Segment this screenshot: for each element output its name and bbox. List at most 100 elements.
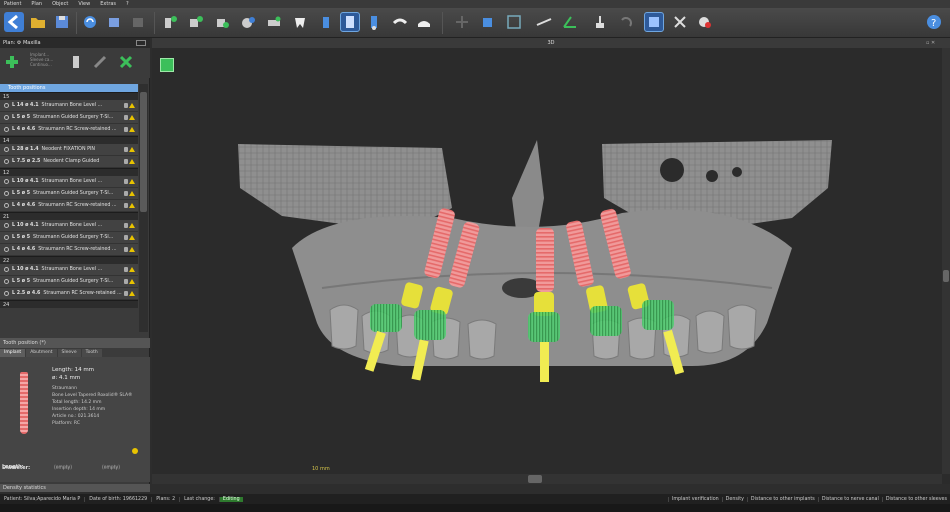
tree-item[interactable]: L 5 ø 5 Straumann Guided Surgery T-Sl... [0,188,138,200]
menu-plan[interactable]: Plan [31,1,42,7]
tree-item[interactable]: L 10 ø 4.1 Straumann Bone Level ... [0,176,138,188]
lock-icon[interactable] [124,267,128,272]
visibility-eye-icon[interactable] [4,159,9,164]
delete-tool-icon[interactable] [118,54,134,70]
tree-item[interactable]: L 28 ø 1.4 Neodent FIXATION PIN [0,144,138,156]
add-anchor-icon[interactable] [212,12,232,32]
tree-scrollbar[interactable] [139,84,148,332]
menu-view[interactable]: View [78,1,90,7]
menu-extras[interactable]: Extras [100,1,116,7]
lock-icon[interactable] [124,203,128,208]
lock-icon[interactable] [124,291,128,296]
visibility-eye-icon[interactable] [4,223,9,228]
density-statistics-header[interactable]: Density statistics [0,484,150,492]
lock-icon[interactable] [124,179,128,184]
teeth-icon[interactable] [290,12,310,32]
add-implant-icon[interactable] [160,12,180,32]
view-hscrollbar[interactable] [152,474,942,484]
visibility-eye-icon[interactable] [4,279,9,284]
tree-group[interactable]: 22 [0,256,138,264]
open-folder-icon[interactable] [28,12,48,32]
tree-item[interactable]: L 5 ø 5 Straumann Guided Surgery T-Sl... [0,276,138,288]
view-window-controls-icon[interactable]: ▫ ✕ [926,40,946,46]
tree-item[interactable]: L 2.5 ø 4.6 Straumann RC Screw-retained .… [0,288,138,300]
selected-implant-icon[interactable] [340,12,360,32]
scan-guide-icon[interactable] [390,12,410,32]
status-density[interactable]: Density [721,496,747,502]
view-vscrollbar[interactable] [942,48,950,474]
visibility-eye-icon[interactable] [4,147,9,152]
settings-icon[interactable] [694,12,714,32]
lock-icon[interactable] [124,235,128,240]
tree-item[interactable]: L 5 ø 5 Straumann Guided Surgery T-Sl... [0,112,138,124]
tree-header[interactable]: Tooth positions [0,84,138,92]
menu-object[interactable]: Object [52,1,68,7]
status-implant-verification[interactable]: Implant verification [667,496,722,502]
status-distance-implants[interactable]: Distance to other implants [746,496,818,502]
visibility-eye-icon[interactable] [4,191,9,196]
angle-icon[interactable] [560,12,580,32]
visibility-eye-icon[interactable] [4,267,9,272]
tab-abutment[interactable]: Abutment [26,349,57,357]
visibility-eye-icon[interactable] [4,235,9,240]
guide-plate-icon[interactable] [264,12,284,32]
visibility-eye-icon[interactable] [4,103,9,108]
measure-icon[interactable] [534,12,554,32]
lock-icon[interactable] [124,191,128,196]
save-icon[interactable] [52,12,72,32]
tree-group[interactable]: 21 [0,212,138,220]
tree-item[interactable]: L 10 ø 4.1 Straumann Bone Level ... [0,220,138,232]
tree-item[interactable]: L 4 ø 4.6 Straumann RC Screw-retained ... [0,124,138,136]
pen-tool-icon[interactable] [92,54,108,70]
menu-help[interactable]: ? [126,1,129,7]
tools-icon[interactable] [670,12,690,32]
tab-sleeve[interactable]: Sleeve [57,349,81,357]
tree-item[interactable]: L 5 ø 5 Straumann Guided Surgery T-Sl... [0,232,138,244]
help-icon[interactable]: ? [924,12,944,32]
tree-group[interactable]: 14 [0,136,138,144]
lock-icon[interactable] [124,127,128,132]
box-icon[interactable] [104,12,124,32]
hscroll-thumb[interactable] [528,475,542,483]
visibility-eye-icon[interactable] [4,203,9,208]
implant-blue-icon[interactable] [364,12,384,32]
status-distance-nerve[interactable]: Distance to nerve canal [817,496,882,502]
menu-patient[interactable]: Patient [4,1,21,7]
lock-icon[interactable] [124,279,128,284]
frame-icon[interactable] [504,12,524,32]
tree-item[interactable]: L 4 ø 4.6 Straumann RC Screw-retained ... [0,244,138,256]
tree-item[interactable]: L 7.5 ø 2.5 Neodent Clamp Guided [0,156,138,168]
tree-group[interactable]: 24 [0,300,138,308]
status-distance-sleeves[interactable]: Distance to other sleeves [881,496,950,502]
stamp-icon[interactable] [590,12,610,32]
lock-icon[interactable] [124,103,128,108]
tree-group[interactable]: 12 [0,168,138,176]
visibility-eye-icon[interactable] [4,115,9,120]
tab-implant[interactable]: Implant [0,349,26,357]
tree-scroll-thumb[interactable] [140,92,147,212]
back-arrow-icon[interactable] [4,12,24,32]
tree-item[interactable]: L 10 ø 4.1 Straumann Bone Level ... [0,264,138,276]
lock-icon[interactable] [124,223,128,228]
tree-item[interactable]: L 14 ø 4.1 Straumann Bone Level ... [0,100,138,112]
tab-tooth[interactable]: Tooth [81,349,102,357]
view-cube-icon[interactable] [644,12,664,32]
implant-tool-icon[interactable] [68,54,84,70]
tooth-position-header[interactable]: Tooth position (*) [0,338,150,348]
view-3d[interactable]: 3D ▫ ✕ 10 mm [152,38,950,484]
panel-pin-icon[interactable] [136,40,146,46]
lock-icon[interactable] [124,247,128,252]
visibility-eye-icon[interactable] [4,291,9,296]
refresh-icon[interactable] [80,12,100,32]
guide-icon[interactable] [414,12,434,32]
tree-item[interactable]: L 4 ø 4.6 Straumann RC Screw-retained ... [0,200,138,212]
add-abutment-icon[interactable] [238,12,258,32]
visibility-eye-icon[interactable] [4,179,9,184]
tree-group[interactable]: 15 [0,92,138,100]
dental-3d-model[interactable] [152,48,950,468]
cube-icon[interactable] [478,12,498,32]
lock-icon[interactable] [124,159,128,164]
implant-icon[interactable] [316,12,336,32]
add-object-icon[interactable] [4,54,20,70]
lock-icon[interactable] [124,115,128,120]
